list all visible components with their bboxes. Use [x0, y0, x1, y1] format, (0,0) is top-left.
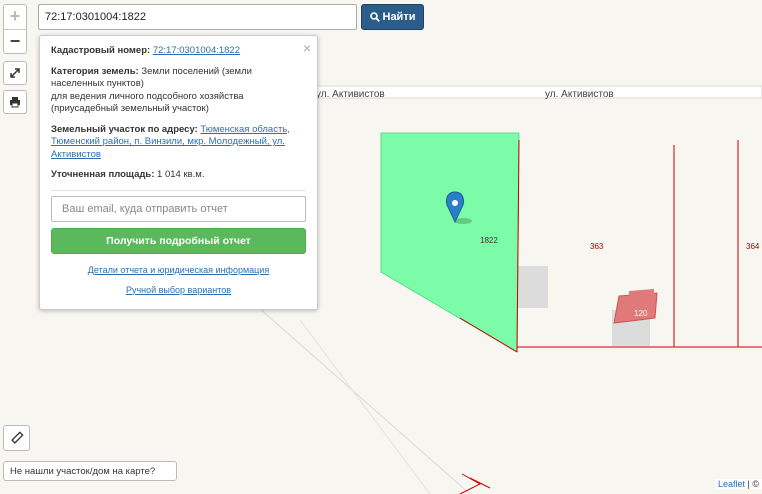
category-label: Категория земель: — [51, 65, 139, 77]
address-label: Земельный участок по адресу: — [51, 123, 198, 135]
fullscreen-button[interactable] — [3, 61, 27, 85]
parcel-label-364: 364 — [746, 242, 760, 251]
ruler-icon — [10, 431, 24, 444]
street-label-left: ул. Активистов — [316, 89, 385, 100]
zoom-control: + − — [3, 4, 27, 54]
parcel-label-1822: 1822 — [480, 236, 498, 245]
expand-icon — [10, 68, 20, 78]
parcel-120-building — [613, 292, 658, 324]
category-row: Категория земель: Земли поселений (земли… — [51, 66, 306, 116]
search-input[interactable] — [38, 4, 357, 30]
attribution-suffix: | © — [747, 479, 759, 489]
parcel-label-363: 363 — [590, 242, 604, 251]
parcel-info-popup: × Кадастровый номер: 72:17:0301004:1822 … — [39, 35, 318, 310]
address-row: Земельный участок по адресу: Тюменская о… — [51, 124, 306, 162]
printer-icon — [10, 97, 20, 108]
manual-select-link[interactable]: Ручной выбор вариантов — [51, 285, 306, 295]
cadastral-row: Кадастровый номер: 72:17:0301004:1822 — [51, 45, 306, 58]
area-row: Уточненная площадь: 1 014 кв.м. — [51, 169, 306, 182]
leaflet-link[interactable]: Leaflet — [718, 479, 745, 489]
print-button[interactable] — [3, 90, 27, 114]
cadastral-link[interactable]: 72:17:0301004:1822 — [153, 45, 240, 56]
map-attribution: Leaflet | © — [714, 479, 762, 489]
purpose-value: для ведения личного подсобного хозяйства… — [51, 90, 244, 115]
measure-button[interactable] — [3, 425, 30, 451]
building — [517, 266, 548, 308]
zoom-out-button[interactable]: − — [4, 28, 26, 54]
close-icon[interactable]: × — [303, 40, 311, 56]
details-link[interactable]: Детали отчета и юридическая информация — [51, 265, 306, 275]
area-label: Уточненная площадь: — [51, 169, 155, 180]
email-field[interactable] — [51, 195, 306, 222]
search-button-label: Найти — [382, 11, 416, 23]
not-found-button[interactable]: Не нашли участок/дом на карте? — [3, 461, 177, 481]
street-label-right: ул. Активистов — [545, 89, 614, 100]
search-button[interactable]: Найти — [361, 4, 424, 30]
divider — [51, 189, 306, 191]
get-report-button[interactable]: Получить подробный отчет — [51, 227, 306, 254]
cadastral-label: Кадастровый номер: — [51, 45, 151, 56]
area-value: 1 014 кв.м. — [157, 169, 205, 180]
zoom-in-button[interactable]: + — [4, 5, 26, 29]
search-icon — [369, 12, 380, 22]
parcel-label-120: 120 — [634, 309, 648, 318]
